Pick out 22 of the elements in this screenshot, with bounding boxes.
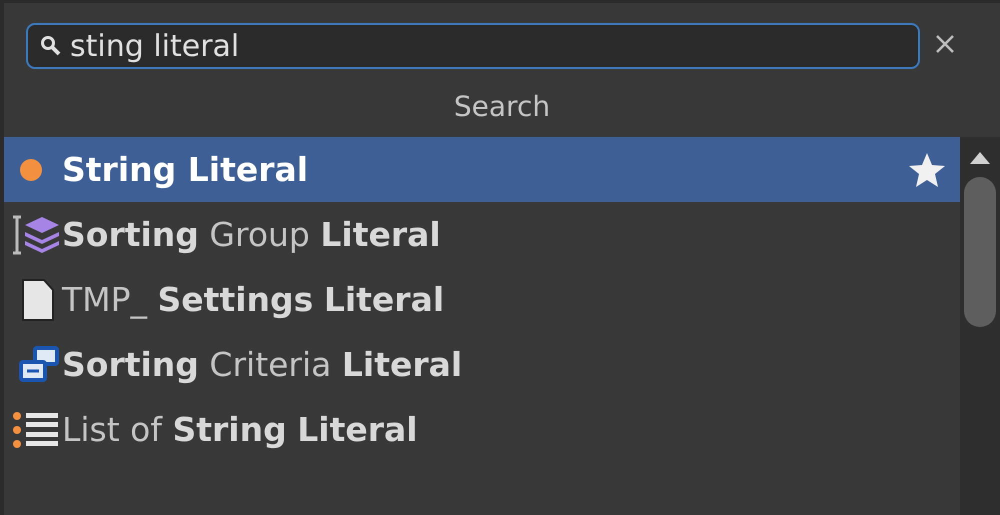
result-label: Sorting Criteria Literal <box>62 345 464 384</box>
document-icon <box>20 278 56 322</box>
result-label: TMP_ Settings Literal <box>62 280 446 319</box>
windows-icon <box>18 346 60 384</box>
result-item[interactable]: Sorting Group Literal <box>4 202 960 267</box>
result-label: List of String Literal <box>62 410 419 449</box>
scroll-up-icon[interactable] <box>969 151 991 165</box>
result-item[interactable]: List of String Literal <box>4 397 960 462</box>
star-icon[interactable] <box>908 152 946 188</box>
scrollbar-thumb[interactable] <box>964 177 996 327</box>
search-field[interactable]: sting literal <box>26 23 920 69</box>
section-header: Search <box>452 89 552 125</box>
result-label: Sorting Group Literal <box>62 215 442 254</box>
result-item[interactable]: String Literal <box>4 137 960 202</box>
result-item[interactable]: Sorting Criteria Literal <box>4 332 960 397</box>
search-icon <box>40 35 62 57</box>
close-icon <box>934 33 956 55</box>
layers-icon <box>12 212 60 256</box>
result-item[interactable]: TMP_ Settings Literal <box>4 267 960 332</box>
list-icon <box>12 410 60 450</box>
dot-icon <box>18 156 44 182</box>
result-label: String Literal <box>62 150 310 189</box>
